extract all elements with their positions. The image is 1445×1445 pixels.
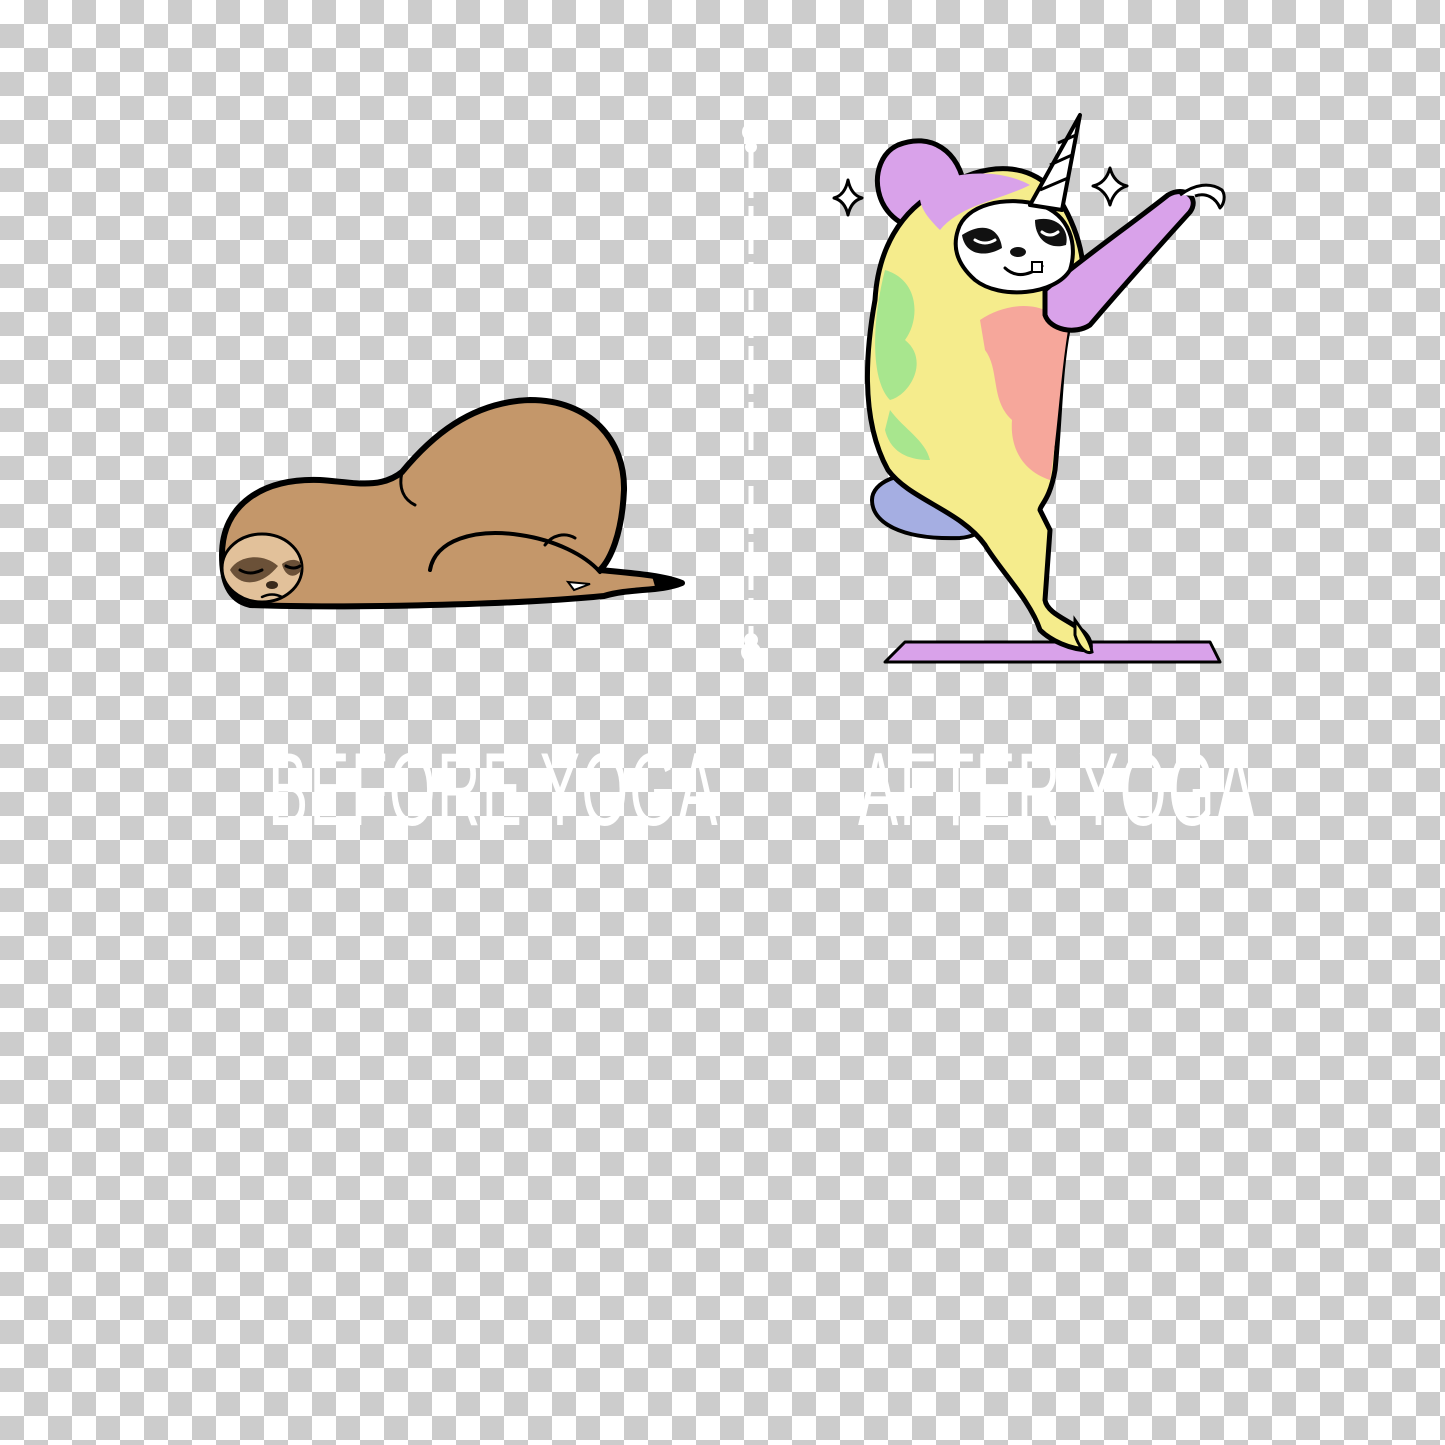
before-yoga-caption: BEFORE YOGA [268, 732, 719, 848]
unicorn-sloth-illustration [832, 113, 1226, 664]
after-yoga-caption: AFTER YOGA [858, 732, 1258, 848]
divider-line [741, 123, 761, 662]
sparkle-icon [1091, 166, 1129, 207]
sparkle-icon [832, 178, 864, 217]
sleeping-sloth-illustration [219, 397, 685, 610]
artwork-canvas [219, 113, 1226, 664]
